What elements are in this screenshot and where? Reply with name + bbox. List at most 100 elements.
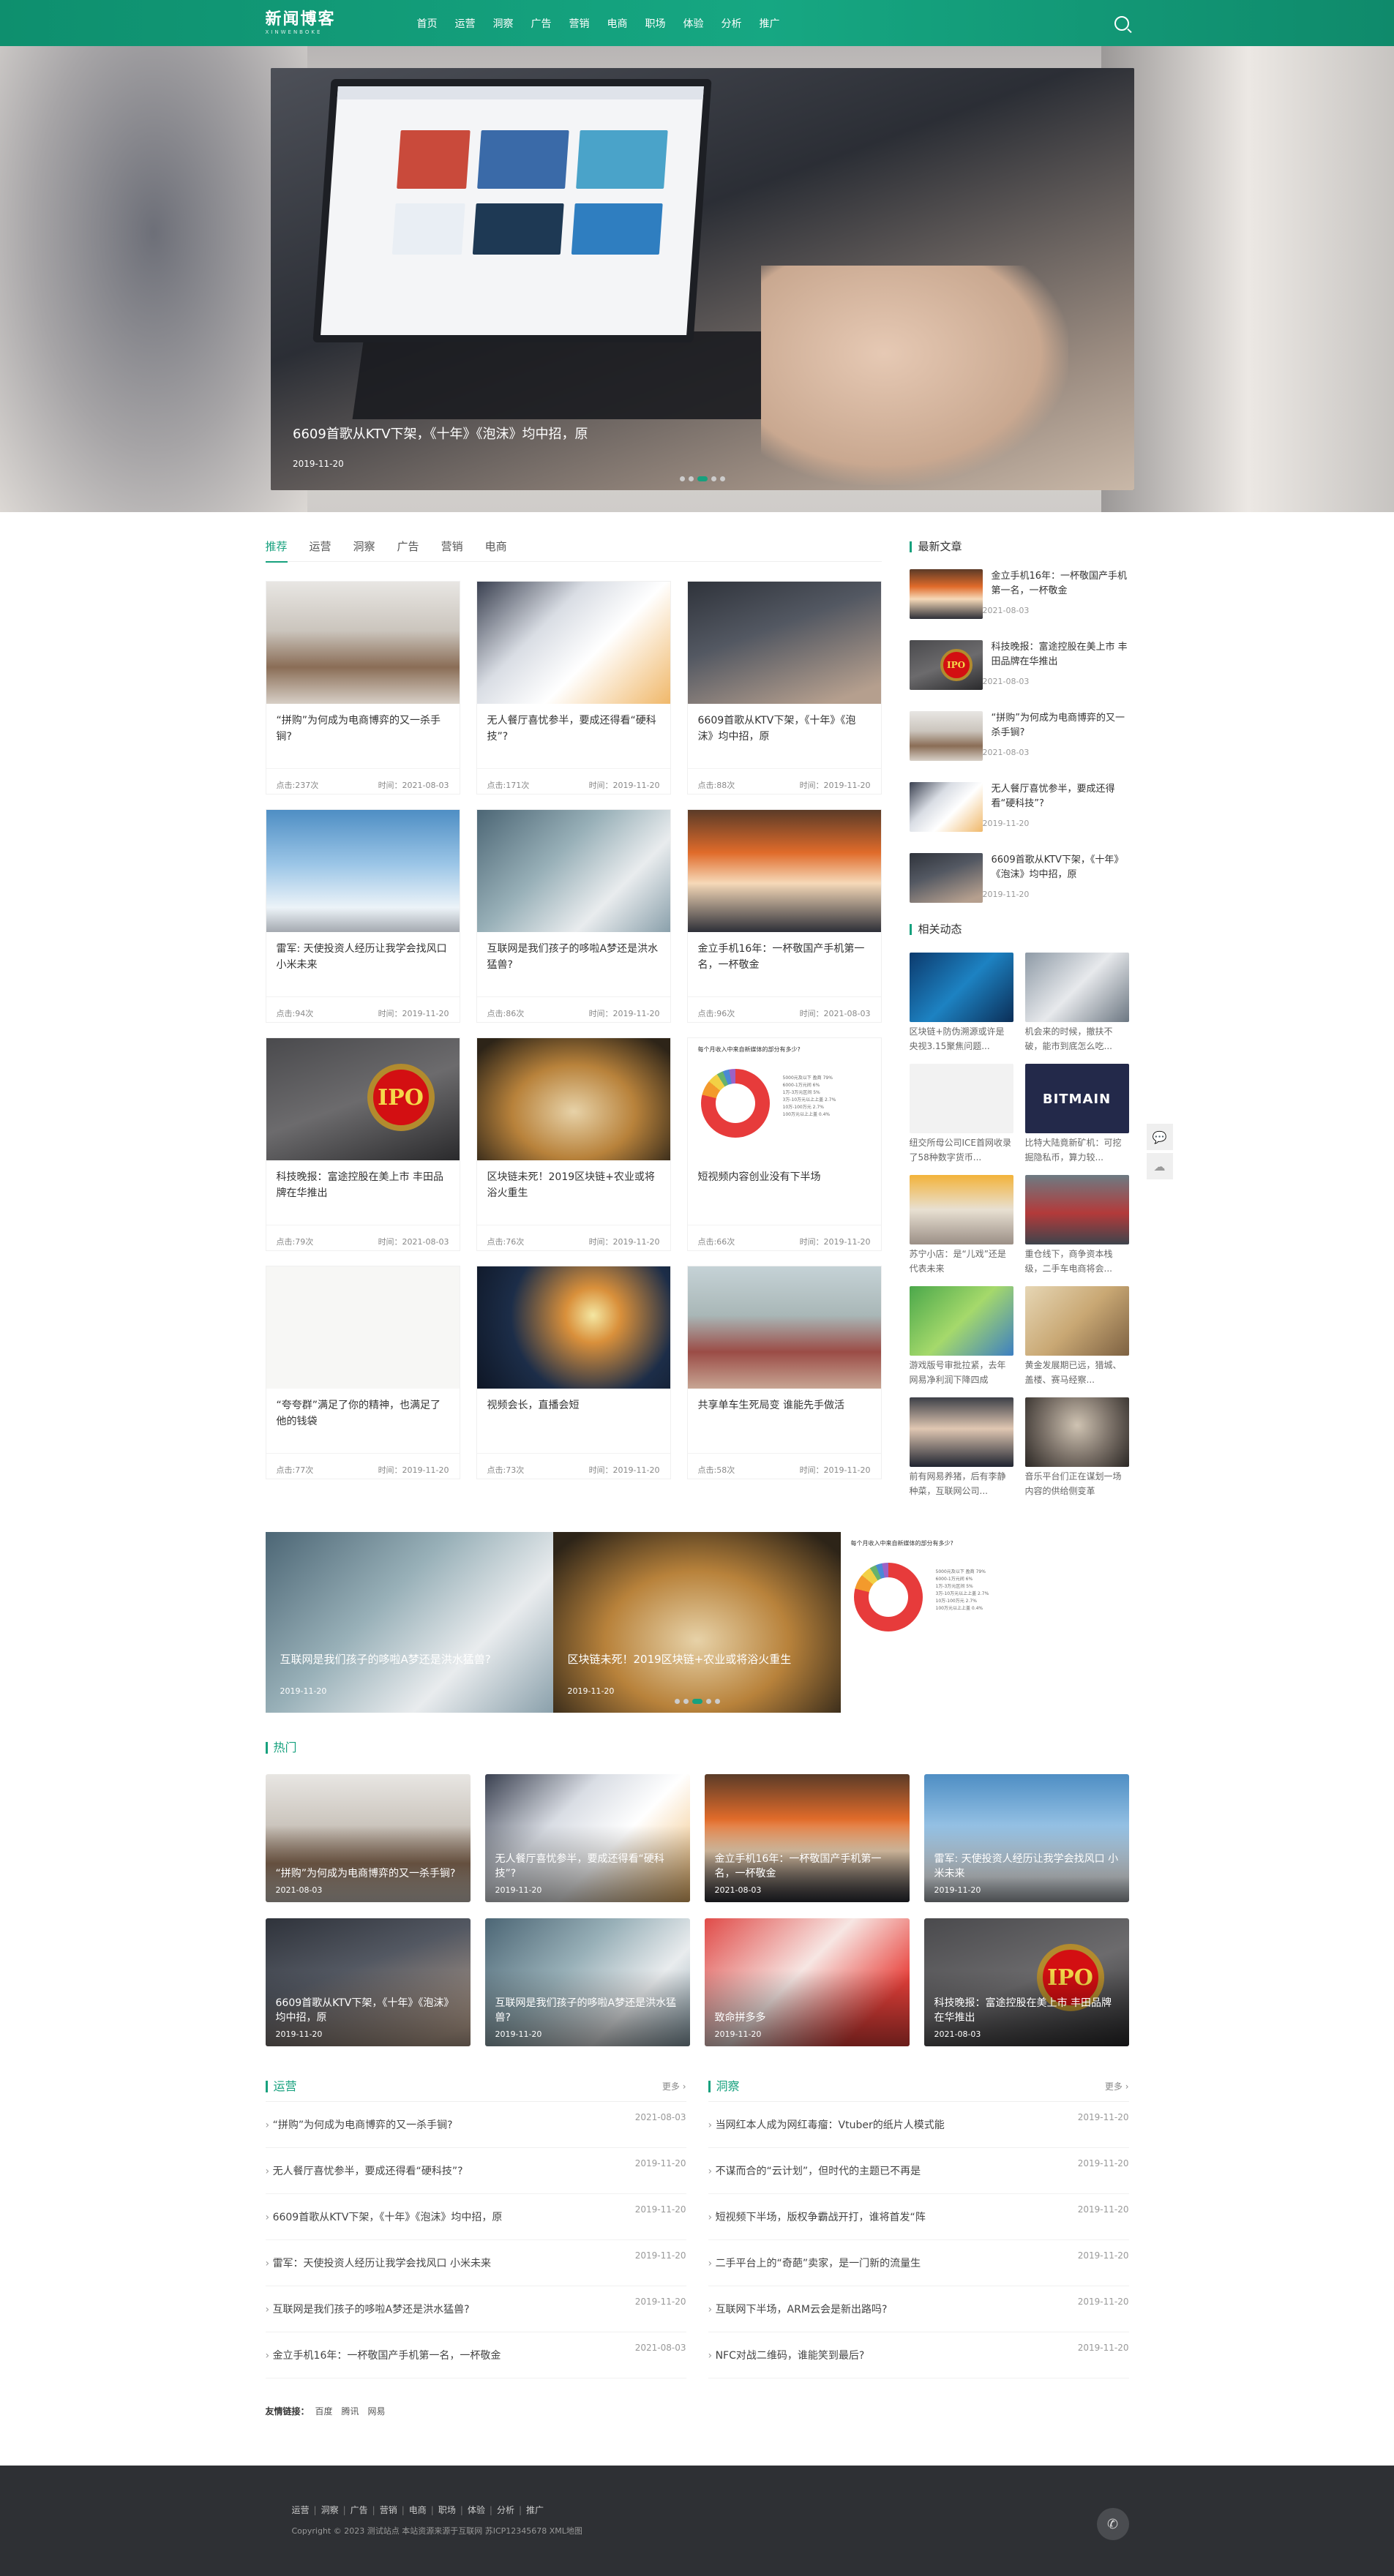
slide-title[interactable]: 短视频内容创业没有下半场: [855, 1651, 987, 1667]
tab-5[interactable]: 电商: [485, 538, 507, 562]
friend-link[interactable]: 腾讯: [342, 2406, 359, 2417]
newest-item[interactable]: 金立手机16年：一杯敬国产手机第一名，一杯敬金 2021-08-03: [909, 569, 1129, 623]
list-row-title[interactable]: “拼购”为何成为电商博弈的又一杀手锏?: [266, 2117, 453, 2132]
card-title[interactable]: 无人餐厅喜忧参半，要成还得看“硬科技”?: [477, 704, 670, 754]
related-item[interactable]: 黄金发展期已远，猎城、盖楼、赛马经察...: [1024, 1286, 1129, 1387]
list-row[interactable]: NFC对战二维码，谁能笑到最后? 2019-11-20: [708, 2332, 1129, 2378]
article-card[interactable]: 每个月收入中来自新媒体的部分有多少? 5000元及以下 盈商 79% 6000-1万…: [686, 1037, 882, 1251]
secondary-slide[interactable]: 区块链未死！2019区块链+农业或将浴火重生 2019-11-20: [552, 1532, 841, 1713]
tab-0[interactable]: 推荐: [265, 538, 288, 563]
footer-nav-item[interactable]: 营销: [380, 2505, 397, 2515]
secondary-slide[interactable]: 互联网是我们孩子的哆啦A梦还是洪水猛兽? 2019-11-20: [265, 1532, 553, 1713]
list-row-title[interactable]: 不谋而合的“云计划”，但时代的主题已不再是: [708, 2163, 921, 2178]
article-card[interactable]: IPO 科技晚报：富途控股在美上市 丰田品牌在华推出 点击:79次 时间：2021-0…: [265, 1037, 460, 1251]
list-row-title[interactable]: 短视频下半场，版权争霸战开打，谁将首发“阵: [708, 2209, 926, 2224]
card-title[interactable]: 短视频内容创业没有下半场: [688, 1160, 881, 1210]
site-logo[interactable]: 新闻博客 XINWENBOKE: [266, 11, 368, 35]
tab-2[interactable]: 洞察: [353, 538, 375, 562]
nav-item[interactable]: 洞察: [493, 16, 514, 31]
article-card[interactable]: 无人餐厅喜忧参半，要成还得看“硬科技”? 点击:171次 时间：2019-11-20: [476, 581, 671, 795]
card-title[interactable]: 互联网是我们孩子的哆啦A梦还是洪水猛兽?: [477, 932, 670, 982]
newest-title[interactable]: 6609首歌从KTV下架，《十年》《泡沫》均中招，原: [992, 853, 1129, 882]
list-row[interactable]: 不谋而合的“云计划”，但时代的主题已不再是 2019-11-20: [708, 2148, 1129, 2194]
card-title[interactable]: 共享单车生死局变 谁能先手做活: [688, 1389, 881, 1438]
list-row[interactable]: 雷军：天使投资人经历让我学会找风口 小米未来 2019-11-20: [265, 2240, 686, 2286]
hero-dot-active[interactable]: [697, 476, 708, 481]
nav-item[interactable]: 电商: [607, 16, 628, 31]
newest-item[interactable]: 6609首歌从KTV下架，《十年》《泡沫》均中招，原 2019-11-20: [909, 853, 1129, 906]
slider-dot[interactable]: [705, 1699, 711, 1704]
list-row[interactable]: 当网红本人成为网红毒瘤：Vtuber的纸片人模式能 2019-11-20: [708, 2102, 1129, 2148]
related-item[interactable]: 音乐平台们正在谋划一场内容的供给侧变革: [1024, 1397, 1129, 1498]
list-row-title[interactable]: 金立手机16年：一杯敬国产手机第一名，一杯敬金: [266, 2348, 501, 2362]
related-item[interactable]: 区块链+防伪溯源或许是央视3.15聚焦问题...: [909, 953, 1013, 1054]
hot-item[interactable]: IPO科技晚报：富途控股在美上市 丰田品牌在华推出2021-08-03: [923, 1918, 1129, 2046]
hot-title[interactable]: 科技晚报：富途控股在美上市 丰田品牌在华推出: [934, 1996, 1119, 2025]
hot-title[interactable]: 6609首歌从KTV下架，《十年》《泡沫》均中招，原: [276, 1996, 460, 2025]
newest-item[interactable]: “拼购”为何成为电商博弈的又一杀手锏? 2021-08-03: [909, 711, 1129, 765]
slider-dot[interactable]: [714, 1699, 720, 1704]
list-row[interactable]: 6609首歌从KTV下架，《十年》《泡沫》均中招，原 2019-11-20: [265, 2194, 686, 2240]
newest-title[interactable]: 无人餐厅喜忧参半，要成还得看“硬科技”?: [992, 782, 1129, 811]
related-title[interactable]: 前有网易养猪，后有李静种菜，互联网公司...: [910, 1469, 1013, 1498]
newest-item[interactable]: 无人餐厅喜忧参半，要成还得看“硬科技”? 2019-11-20: [909, 782, 1129, 835]
nav-item[interactable]: 分析: [722, 16, 742, 31]
hot-title[interactable]: “拼购”为何成为电商博弈的又一杀手锏?: [276, 1866, 460, 1881]
list-dongcha-more[interactable]: 更多 ›: [1105, 2080, 1129, 2092]
newest-title[interactable]: “拼购”为何成为电商博弈的又一杀手锏?: [992, 711, 1129, 740]
related-title[interactable]: 区块链+防伪溯源或许是央视3.15聚焦问题...: [910, 1024, 1013, 1054]
nav-item[interactable]: 广告: [531, 16, 552, 31]
related-title[interactable]: 纽交所母公司ICE首网收录了58种数字货币...: [910, 1135, 1013, 1165]
slide-title[interactable]: 互联网是我们孩子的哆啦A梦还是洪水猛兽?: [280, 1651, 491, 1667]
card-title[interactable]: “拼购”为何成为电商博弈的又一杀手锏?: [266, 704, 460, 754]
slider-dot[interactable]: [674, 1699, 680, 1704]
hot-item[interactable]: 互联网是我们孩子的哆啦A梦还是洪水猛兽? 2019-11-20: [484, 1918, 690, 2046]
related-title[interactable]: 游戏版号审批拉紧，去年网易净利润下降四成: [910, 1358, 1013, 1387]
list-row[interactable]: 金立手机16年：一杯敬国产手机第一名，一杯敬金 2021-08-03: [265, 2332, 686, 2378]
list-row-title[interactable]: 6609首歌从KTV下架，《十年》《泡沫》均中招，原: [266, 2209, 503, 2224]
nav-item[interactable]: 推广: [760, 16, 780, 31]
footer-nav-item[interactable]: 电商: [409, 2505, 427, 2515]
slider-dot-active[interactable]: [692, 1699, 702, 1704]
list-row-title[interactable]: 互联网下半场，ARM云会是新出路吗?: [708, 2302, 888, 2316]
article-card[interactable]: “夸夸群”满足了你的精神，也满足了他的钱袋 点击:77次 时间：2019-11-20: [265, 1266, 460, 1479]
wechat-icon[interactable]: ✆: [1096, 2508, 1129, 2540]
hero-dot[interactable]: [689, 476, 694, 481]
friend-link[interactable]: 网易: [368, 2406, 386, 2417]
search-icon[interactable]: [1114, 15, 1129, 31]
newest-title[interactable]: 科技晚报：富途控股在美上市 丰田品牌在华推出: [992, 640, 1129, 669]
hero-dot[interactable]: [711, 476, 716, 481]
hot-title[interactable]: 雷军: 天使投资人经历让我学会找风口 小米未来: [934, 1852, 1119, 1881]
list-row-title[interactable]: 雷军：天使投资人经历让我学会找风口 小米未来: [266, 2256, 491, 2270]
footer-nav-item[interactable]: 体验: [468, 2505, 485, 2515]
related-title[interactable]: 黄金发展期已远，猎城、盖楼、赛马经察...: [1025, 1358, 1129, 1387]
hot-item[interactable]: 金立手机16年：一杯敬国产手机第一名，一杯敬金 2021-08-03: [704, 1774, 910, 1902]
newest-title[interactable]: 金立手机16年：一杯敬国产手机第一名，一杯敬金: [992, 569, 1129, 598]
article-card[interactable]: 雷军: 天使投资人经历让我学会找风口 小米未来 点击:94次 时间：2019-11-…: [265, 809, 460, 1023]
list-row[interactable]: 无人餐厅喜忧参半，要成还得看“硬科技”? 2019-11-20: [265, 2148, 686, 2194]
article-card[interactable]: “拼购”为何成为电商博弈的又一杀手锏? 点击:237次 时间：2021-08-03: [265, 581, 460, 795]
article-card[interactable]: 金立手机16年：一杯敬国产手机第一名，一杯敬金 点击:96次 时间：2021-08-…: [686, 809, 882, 1023]
related-item[interactable]: 游戏版号审批拉紧，去年网易净利润下降四成: [909, 1286, 1013, 1387]
related-title[interactable]: 比特大陆竟新矿机：可挖掘隐私币，算力较...: [1025, 1135, 1129, 1165]
hot-item[interactable]: 6609首歌从KTV下架，《十年》《泡沫》均中招，原 2019-11-20: [265, 1918, 471, 2046]
friend-link[interactable]: 百度: [315, 2406, 333, 2417]
secondary-slide[interactable]: 每个月收入中来自新媒体的部分有多少? 5000元及以下 盈商 79% 6000-1万…: [840, 1532, 1128, 1713]
hot-item[interactable]: “拼购”为何成为电商博弈的又一杀手锏? 2021-08-03: [265, 1774, 471, 1902]
list-row[interactable]: 互联网下半场，ARM云会是新出路吗? 2019-11-20: [708, 2286, 1129, 2332]
hero-dot[interactable]: [680, 476, 685, 481]
related-item[interactable]: 前有网易养猪，后有李静种菜，互联网公司...: [909, 1397, 1013, 1498]
related-title[interactable]: 机会来的时候，撤扶不破，能市到底怎么吃...: [1025, 1024, 1129, 1054]
card-title[interactable]: 雷军: 天使投资人经历让我学会找风口 小米未来: [266, 932, 460, 982]
chat-icon[interactable]: 💬: [1146, 1124, 1173, 1150]
list-row-title[interactable]: 二手平台上的“奇葩”卖家，是一门新的流量生: [708, 2256, 921, 2270]
list-row-title[interactable]: 无人餐厅喜忧参半，要成还得看“硬科技”?: [266, 2163, 463, 2178]
related-item[interactable]: 重仓线下，商争资本栈级，二手车电商将会...: [1024, 1175, 1129, 1276]
nav-item[interactable]: 职场: [645, 16, 666, 31]
related-item[interactable]: 机会来的时候，撤扶不破，能市到底怎么吃...: [1024, 953, 1129, 1054]
nav-item[interactable]: 体验: [683, 16, 704, 31]
list-yunying-more[interactable]: 更多 ›: [662, 2080, 686, 2092]
related-title[interactable]: 音乐平台们正在谋划一场内容的供给侧变革: [1025, 1469, 1129, 1498]
nav-item[interactable]: 首页: [417, 16, 438, 31]
article-card[interactable]: 区块链未死！2019区块链+农业或将浴火重生 点击:76次 时间：2019-11-2…: [476, 1037, 671, 1251]
